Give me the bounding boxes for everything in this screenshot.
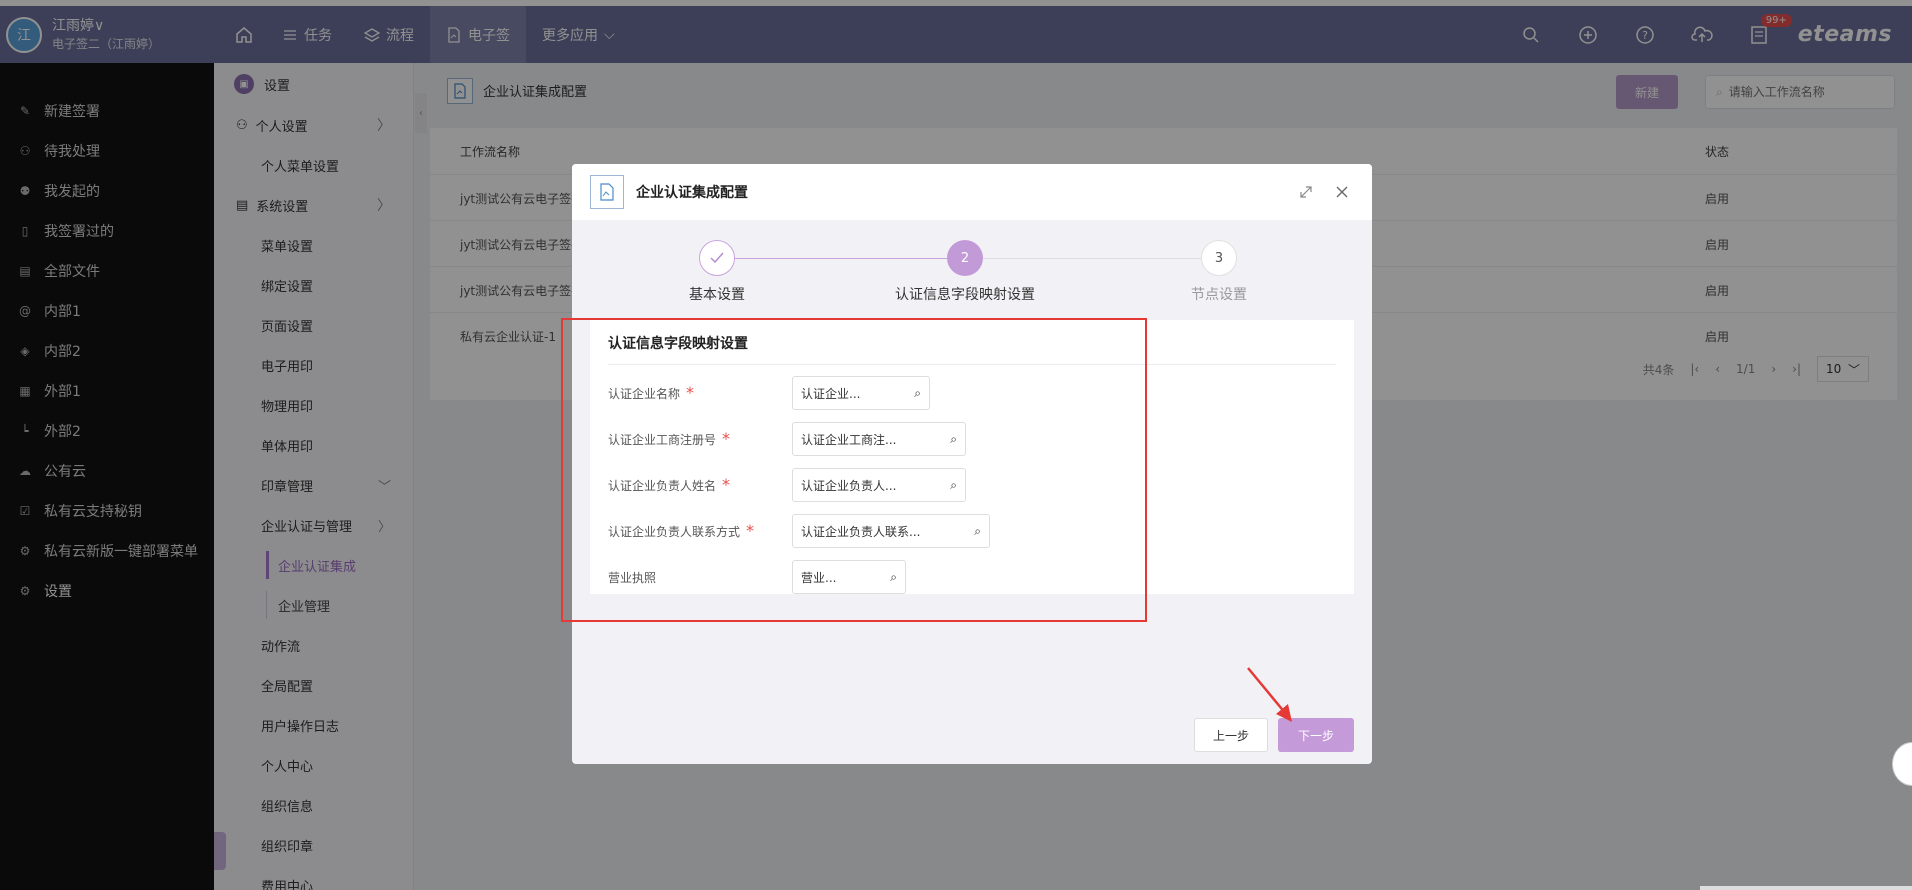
step-1-label: 基本设置 [689, 287, 745, 303]
doc-sign-icon [590, 175, 624, 209]
annotation-arrow-icon [1247, 667, 1292, 722]
close-icon [1336, 186, 1348, 198]
close-button[interactable] [1328, 178, 1356, 206]
expand-button[interactable] [1292, 178, 1320, 206]
modal-header: 企业认证集成配置 [572, 164, 1372, 220]
step-indicator: 2 3 基本设置 认证信息字段映射设置 节点设置 [572, 220, 1372, 310]
step-line-1 [731, 258, 947, 259]
expand-icon [1300, 186, 1312, 198]
step-2-label: 认证信息字段映射设置 [895, 287, 1035, 303]
step-2-circle: 2 [947, 240, 983, 276]
highlight-annotation-box [561, 318, 1147, 622]
step-1-circle [699, 240, 735, 276]
step-line-2 [983, 258, 1201, 259]
check-icon [710, 252, 724, 264]
bottom-strip [1700, 886, 1912, 890]
step-3-circle: 3 [1201, 240, 1237, 276]
step-3-label: 节点设置 [1191, 287, 1247, 303]
modal-title: 企业认证集成配置 [636, 185, 748, 201]
